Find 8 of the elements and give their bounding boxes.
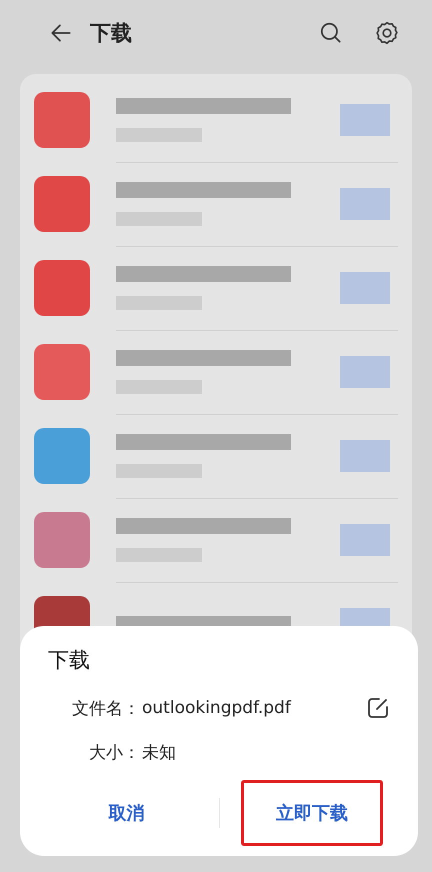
field-value: outlookingpdf.pdf (142, 698, 292, 718)
page-title: 下载 (90, 20, 132, 47)
dialog-button[interactable]: 立即下载 (240, 780, 383, 846)
dialog-button[interactable]: 取消 (75, 780, 178, 846)
field-label: 大小： (88, 742, 140, 764)
field-value: 未知 (142, 742, 177, 764)
field-label: 文件名： (71, 698, 140, 720)
dialog-title: 下载 (48, 647, 91, 674)
